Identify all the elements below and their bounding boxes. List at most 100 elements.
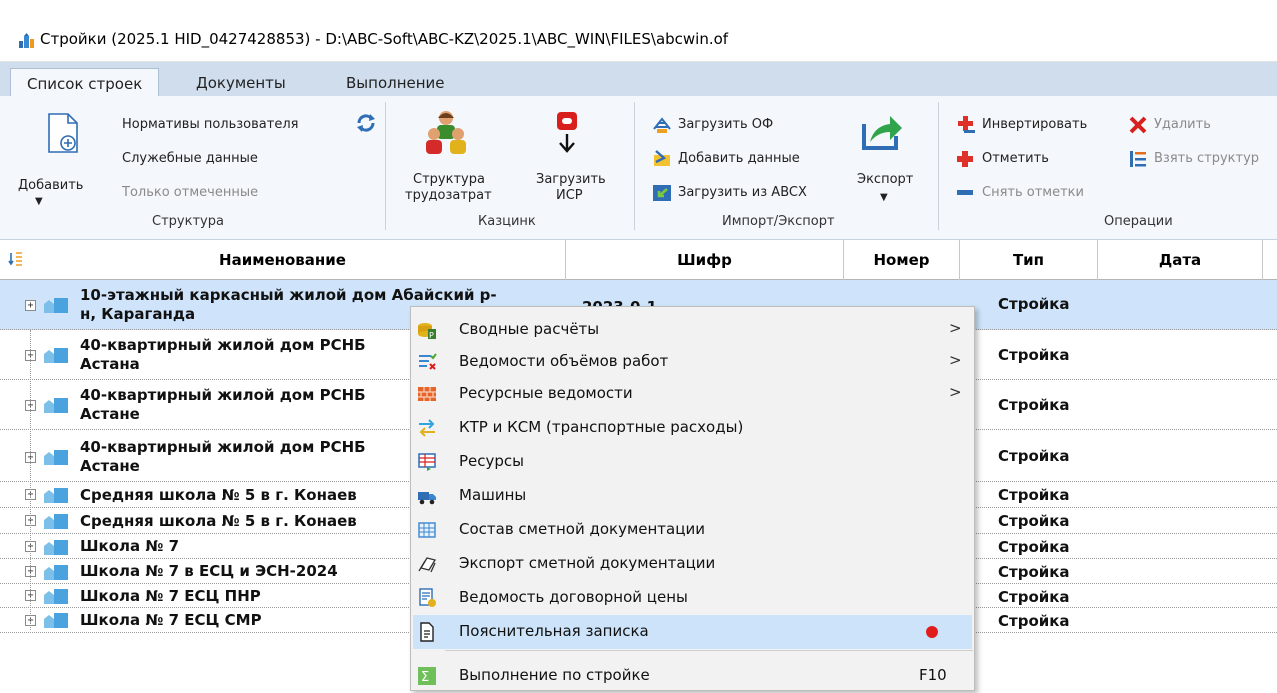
shortcut-label: F10: [919, 666, 947, 684]
mark-button[interactable]: Отметить: [956, 148, 1116, 170]
people-group-icon: [426, 111, 466, 154]
load-abcx-icon: [653, 185, 671, 201]
context-menu: P Сводные расчёты > Ведомости объёмов ра…: [410, 306, 975, 691]
menu-item-machines[interactable]: Машины: [413, 479, 972, 513]
add-data-icon: [654, 150, 670, 166]
row-type: Стройка: [998, 447, 1070, 465]
load-abcx-button[interactable]: Загрузить из ABCX: [652, 182, 832, 204]
menu-label: Ведомость договорной цены: [459, 588, 688, 606]
menu-item-execution-by-construction[interactable]: Σ Выполнение по стройке F10: [413, 659, 972, 693]
take-structure-button[interactable]: Взять структур: [1128, 148, 1277, 170]
add-button[interactable]: Добавить ▼: [8, 102, 108, 207]
menu-item-work-volume-statements[interactable]: Ведомости объёмов работ >: [413, 345, 972, 379]
unmark-button[interactable]: Снять отметки: [956, 182, 1116, 204]
chevron-down-icon: ▼: [35, 196, 43, 207]
add-document-icon: [48, 113, 78, 153]
group-label-operations: Операции: [1104, 214, 1173, 229]
export-icon: [862, 116, 902, 150]
menu-item-summary-calculations[interactable]: P Сводные расчёты >: [413, 313, 972, 347]
menu-label: Сводные расчёты: [459, 320, 600, 338]
row-name-line1: 40-квартирный жилой дом РСНБ: [80, 386, 366, 404]
row-name-line2: Астане: [80, 457, 140, 475]
menu-item-resources[interactable]: Ресурсы: [413, 445, 972, 479]
building-icon: [44, 589, 68, 604]
tab-construction-list[interactable]: Список строек: [10, 68, 160, 96]
row-name-line2: Астане: [80, 405, 140, 423]
mark-label: Отметить: [982, 151, 1049, 166]
only-marked-button[interactable]: Только отмеченные: [122, 185, 258, 200]
column-header-date[interactable]: Дата: [1098, 240, 1263, 280]
transport-arrows-icon: [419, 419, 435, 437]
list-structure-icon: [1130, 151, 1146, 167]
submenu-arrow-icon: >: [949, 319, 962, 337]
column-header-name[interactable]: Наименование: [0, 240, 566, 280]
submenu-arrow-icon: >: [949, 351, 962, 369]
menu-item-estimate-composition[interactable]: Состав сметной документации: [413, 513, 972, 547]
menu-item-estimate-export[interactable]: Экспорт сметной документации: [413, 547, 972, 581]
ribbon-divider: [634, 102, 635, 230]
load-of-button[interactable]: Загрузить ОФ: [652, 114, 822, 136]
truck-icon: [418, 492, 436, 505]
plus-icon: [957, 151, 973, 167]
row-name-line2: н, Караганда: [80, 305, 196, 323]
load-isr-line1: Загрузить: [536, 172, 606, 187]
menu-item-explanatory-note[interactable]: Пояснительная записка: [413, 615, 972, 649]
user-norms-button[interactable]: Нормативы пользователя: [122, 117, 298, 132]
labor-structure-line2: трудозатрат: [405, 188, 492, 203]
row-name-line1: 40-квартирный жилой дом РСНБ: [80, 438, 366, 456]
tab-documents[interactable]: Документы: [180, 68, 302, 96]
expand-toggle[interactable]: +: [25, 300, 36, 311]
menu-separator: [445, 650, 973, 651]
app-icon: [19, 33, 34, 48]
export-button[interactable]: Экспорт ▼: [846, 102, 926, 203]
row-name-line1: 40-квартирный жилой дом РСНБ: [80, 336, 366, 354]
take-structure-label: Взять структур: [1154, 151, 1260, 166]
building-icon: [44, 514, 68, 529]
menu-item-contract-price-statement[interactable]: Ведомость договорной цены: [413, 581, 972, 615]
coins-icon: P: [418, 323, 436, 340]
note-document-icon: [420, 622, 434, 642]
list-check-icon: [419, 353, 437, 370]
group-label-import-export: Импорт/Экспорт: [722, 214, 835, 229]
svg-text:P: P: [429, 331, 434, 340]
column-header-type[interactable]: Тип: [960, 240, 1098, 280]
row-name: Средняя школа № 5 в г. Конаев: [80, 512, 357, 530]
menu-label: Ресурсы: [459, 452, 525, 470]
labor-structure-button[interactable]: Структура трудозатрат: [396, 102, 496, 203]
menu-label: КТР и КСМ (транспортные расходы): [459, 418, 744, 436]
building-icon: [44, 613, 68, 628]
row-name: Средняя школа № 5 в г. Конаев: [80, 486, 357, 504]
load-of-icon: [653, 117, 671, 133]
window-title: Стройки (2025.1 HID_0427428853) - D:\ABC…: [40, 30, 729, 48]
refresh-icon[interactable]: [355, 112, 377, 134]
sort-order-icon[interactable]: [8, 252, 24, 268]
load-of-label: Загрузить ОФ: [678, 117, 774, 132]
menu-label: Пояснительная записка: [459, 622, 649, 640]
add-data-button[interactable]: Добавить данные: [652, 148, 832, 170]
menu-item-resource-statements[interactable]: Ресурсные ведомости >: [413, 377, 972, 411]
invert-button[interactable]: Инвертировать: [956, 114, 1116, 136]
row-type: Стройка: [998, 612, 1070, 630]
row-type: Стройка: [998, 396, 1070, 414]
row-name: Школа № 7 ЕСЦ ПНР: [80, 587, 261, 605]
service-data-button[interactable]: Служебные данные: [122, 151, 258, 166]
row-type: Стройка: [998, 486, 1070, 504]
sum-icon: Σ: [418, 667, 436, 685]
column-header-code[interactable]: Шифр: [566, 240, 844, 280]
row-name: Школа № 7: [80, 537, 180, 555]
row-name: Школа № 7 ЕСЦ СМР: [80, 611, 262, 629]
delete-button[interactable]: Удалить: [1128, 114, 1268, 136]
menu-label: Экспорт сметной документации: [459, 554, 716, 572]
load-arrow-icon: [557, 112, 577, 153]
menu-item-transport-costs[interactable]: КТР и КСМ (транспортные расходы): [413, 411, 972, 445]
tab-execution[interactable]: Выполнение: [330, 68, 461, 96]
building-icon: [44, 348, 68, 363]
load-isr-button[interactable]: Загрузить ИСР: [526, 102, 620, 203]
column-header-number[interactable]: Номер: [844, 240, 960, 280]
ribbon-divider: [385, 102, 386, 230]
grid-header: Наименование Шифр Номер Тип Дата: [0, 240, 1277, 280]
ribbon-panel: Добавить ▼ Нормативы пользователя Служеб…: [0, 96, 1277, 240]
invert-icon: [958, 116, 975, 133]
row-type: Стройка: [998, 512, 1070, 530]
load-abcx-label: Загрузить из ABCX: [678, 185, 807, 200]
